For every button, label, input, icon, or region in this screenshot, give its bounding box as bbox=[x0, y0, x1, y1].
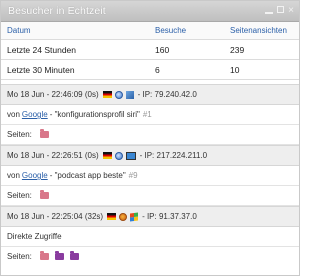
referrer-prefix: von bbox=[7, 171, 20, 180]
row-visits: 6 bbox=[149, 59, 224, 80]
browser-icon bbox=[114, 151, 123, 160]
referrer-prefix: von bbox=[7, 110, 20, 119]
visit-pages: Seiten: bbox=[1, 125, 299, 145]
visit-header: Mo 18 Jun - 22:25:04 (32s) - IP: 91.37.3… bbox=[1, 206, 299, 227]
visit-pages: Seiten: bbox=[1, 247, 299, 266]
visit-referrer: von Google - "podcast app beste" #9 bbox=[1, 166, 299, 186]
visit-timestamp: Mo 18 Jun - 22:26:51 (0s) bbox=[7, 151, 99, 160]
row-pageviews: 239 bbox=[224, 39, 299, 60]
visit-pages: Seiten: bbox=[1, 186, 299, 206]
visit-header: Mo 18 Jun - 22:46:09 (0s) - IP: 79.240.4… bbox=[1, 84, 299, 105]
stats-table: Datum Besuche Seitenansichten Letzte 24 … bbox=[1, 22, 299, 80]
visitors-realtime-widget: Besucher in Echtzeit × Datum Besuche Sei… bbox=[0, 0, 300, 276]
visit-ip: - IP: 91.37.37.0 bbox=[142, 212, 197, 221]
visit-timestamp: Mo 18 Jun - 22:46:09 (0s) bbox=[7, 90, 99, 99]
pages-label: Seiten: bbox=[7, 252, 32, 261]
page-folder-icon[interactable] bbox=[54, 251, 64, 260]
visit-header: Mo 18 Jun - 22:26:51 (0s) - IP: 217.224.… bbox=[1, 145, 299, 166]
referrer-link[interactable]: Google bbox=[22, 110, 48, 119]
visit-timestamp: Mo 18 Jun - 22:25:04 (32s) bbox=[7, 212, 104, 221]
windows-icon bbox=[130, 211, 139, 222]
column-header-date: Datum bbox=[1, 22, 149, 40]
minimize-icon[interactable] bbox=[265, 12, 274, 14]
screen-icon bbox=[125, 151, 136, 160]
pages-label: Seiten: bbox=[7, 191, 32, 200]
column-header-pageviews: Seitenansichten bbox=[224, 22, 299, 40]
page-folder-icon[interactable] bbox=[69, 251, 79, 260]
table-row: Letzte 30 Minuten 6 10 bbox=[1, 59, 299, 80]
close-icon[interactable]: × bbox=[288, 6, 294, 16]
referrer-text: Direkte Zugriffe bbox=[7, 232, 62, 241]
flag-de-icon bbox=[107, 213, 117, 220]
os-icon bbox=[125, 90, 134, 99]
referrer-query: - "konfigurationsprofil siri" bbox=[49, 110, 140, 119]
page-folder-icon[interactable] bbox=[39, 129, 49, 138]
flag-de-icon bbox=[102, 91, 112, 98]
page-folder-icon[interactable] bbox=[39, 251, 49, 260]
visit-ip: - IP: 217.224.211.0 bbox=[139, 151, 208, 160]
referrer-query: - "podcast app beste" bbox=[49, 171, 126, 180]
row-visits: 160 bbox=[149, 39, 224, 60]
referrer-link[interactable]: Google bbox=[22, 171, 48, 180]
search-rank: #9 bbox=[128, 171, 138, 180]
window-controls: × bbox=[265, 6, 294, 16]
visit-referrer: von Google - "konfigurationsprofil siri"… bbox=[1, 105, 299, 125]
page-folder-icon[interactable] bbox=[39, 190, 49, 199]
column-header-visits: Besuche bbox=[149, 22, 224, 40]
widget-titlebar: Besucher in Echtzeit × bbox=[1, 1, 299, 22]
row-pageviews: 10 bbox=[224, 59, 299, 80]
browser-icon bbox=[114, 90, 123, 99]
search-rank: #1 bbox=[142, 110, 152, 119]
flag-de-icon bbox=[102, 152, 112, 159]
row-label: Letzte 30 Minuten bbox=[1, 59, 149, 80]
restore-icon[interactable] bbox=[277, 6, 285, 13]
firefox-icon bbox=[119, 212, 128, 221]
stats-header-row: Datum Besuche Seitenansichten bbox=[1, 22, 299, 40]
table-row: Letzte 24 Stunden 160 239 bbox=[1, 39, 299, 60]
row-label: Letzte 24 Stunden bbox=[1, 39, 149, 60]
pages-label: Seiten: bbox=[7, 130, 32, 139]
visit-ip: - IP: 79.240.42.0 bbox=[137, 90, 197, 99]
visit-referrer: Direkte Zugriffe bbox=[1, 227, 299, 247]
widget-title: Besucher in Echtzeit bbox=[8, 5, 106, 17]
